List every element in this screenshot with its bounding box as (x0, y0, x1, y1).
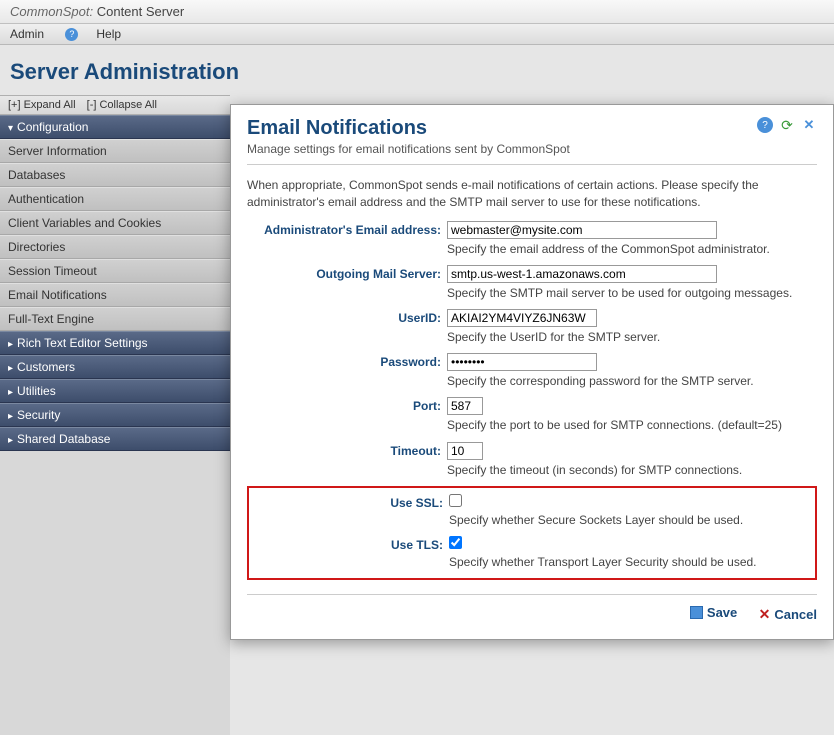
save-button[interactable]: Save (690, 605, 737, 620)
hint-userid: Specify the UserID for the SMTP server. (447, 329, 817, 345)
nav-section-label: Security (17, 408, 60, 422)
dialog-refresh-icon[interactable]: ⟳ (779, 117, 795, 133)
chevron-icon: ▸ (8, 387, 13, 398)
nav-section[interactable]: ▸ Customers (0, 355, 230, 379)
menubar: Admin ?Help (0, 24, 834, 45)
nav-section[interactable]: ▸ Security (0, 403, 230, 427)
input-password[interactable] (447, 353, 597, 371)
hint-password: Specify the corresponding password for t… (447, 373, 817, 389)
nav-section[interactable]: ▾ Configuration (0, 115, 230, 139)
label-timeout: Timeout: (247, 442, 447, 478)
page-title: Server Administration (0, 45, 834, 95)
nav-item[interactable]: Server Information (0, 139, 230, 163)
expand-collapse-bar: [+] Expand All [-] Collapse All (0, 95, 230, 115)
hint-use-tls: Specify whether Transport Layer Security… (449, 554, 815, 570)
hint-timeout: Specify the timeout (in seconds) for SMT… (447, 462, 817, 478)
hint-use-ssl: Specify whether Secure Sockets Layer sho… (449, 512, 815, 528)
dialog-intro: When appropriate, CommonSpot sends e-mai… (247, 177, 817, 211)
label-mail-server: Outgoing Mail Server: (247, 265, 447, 301)
nav-section[interactable]: ▸ Utilities (0, 379, 230, 403)
dialog-close-icon[interactable]: ✕ (801, 117, 817, 133)
cancel-icon: ✕ (759, 606, 771, 623)
help-icon: ? (65, 28, 78, 41)
checkbox-use-tls[interactable] (449, 536, 462, 549)
nav-item[interactable]: Full-Text Engine (0, 307, 230, 331)
hint-admin-email: Specify the email address of the CommonS… (447, 241, 817, 257)
hint-mail-server: Specify the SMTP mail server to be used … (447, 285, 817, 301)
chevron-icon: ▾ (8, 123, 13, 134)
nav-section-label: Shared Database (17, 432, 110, 446)
collapse-all[interactable]: [-] Collapse All (87, 99, 157, 111)
dialog-title: Email Notifications (247, 117, 757, 140)
label-admin-email: Administrator's Email address: (247, 221, 447, 257)
label-password: Password: (247, 353, 447, 389)
sidebar: [+] Expand All [-] Collapse All ▾ Configu… (0, 95, 230, 735)
nav-section[interactable]: ▸ Rich Text Editor Settings (0, 331, 230, 355)
label-userid: UserID: (247, 309, 447, 345)
app-header: CommonSpot: Content Server (0, 0, 834, 24)
label-port: Port: (247, 397, 447, 433)
chevron-icon: ▸ (8, 339, 13, 350)
nav-item[interactable]: Authentication (0, 187, 230, 211)
ssl-tls-highlight: Use SSL: Specify whether Secure Sockets … (247, 486, 817, 580)
checkbox-use-ssl[interactable] (449, 494, 462, 507)
chevron-icon: ▸ (8, 363, 13, 374)
hint-port: Specify the port to be used for SMTP con… (447, 417, 817, 433)
nav-item[interactable]: Databases (0, 163, 230, 187)
menu-admin[interactable]: Admin (10, 27, 44, 41)
nav-section-label: Rich Text Editor Settings (17, 336, 148, 350)
nav-section-label: Configuration (17, 120, 88, 134)
input-timeout[interactable] (447, 442, 483, 460)
nav-section[interactable]: ▸ Shared Database (0, 427, 230, 451)
dialog-help-icon[interactable]: ? (757, 117, 773, 133)
email-notifications-dialog: Email Notifications ? ⟳ ✕ Manage setting… (230, 104, 834, 640)
input-port[interactable] (447, 397, 483, 415)
input-mail-server[interactable] (447, 265, 717, 283)
nav-item[interactable]: Directories (0, 235, 230, 259)
menu-help[interactable]: ?Help (65, 27, 139, 41)
label-use-ssl: Use SSL: (249, 494, 449, 528)
cancel-button[interactable]: ✕Cancel (759, 606, 817, 623)
input-admin-email[interactable] (447, 221, 717, 239)
chevron-icon: ▸ (8, 435, 13, 446)
save-icon (690, 606, 703, 619)
nav-item[interactable]: Session Timeout (0, 259, 230, 283)
input-userid[interactable] (447, 309, 597, 327)
label-use-tls: Use TLS: (249, 536, 449, 570)
nav-section-label: Utilities (17, 384, 56, 398)
expand-all[interactable]: [+] Expand All (8, 99, 76, 111)
chevron-icon: ▸ (8, 411, 13, 422)
dialog-subtitle: Manage settings for email notifications … (247, 142, 817, 165)
nav-section-label: Customers (17, 360, 75, 374)
brand: CommonSpot: Content Server (10, 4, 184, 19)
nav-item[interactable]: Email Notifications (0, 283, 230, 307)
nav-item[interactable]: Client Variables and Cookies (0, 211, 230, 235)
